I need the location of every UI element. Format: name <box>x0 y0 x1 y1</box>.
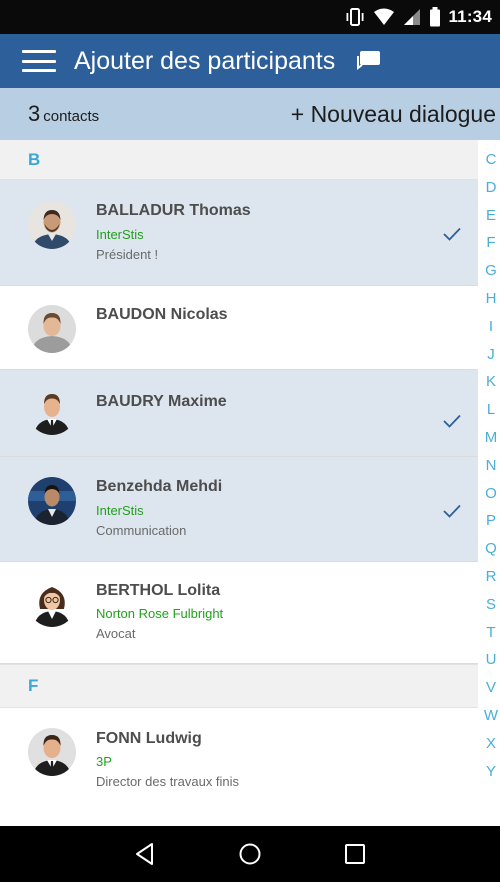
contact-row[interactable]: BALLADUR Thomas InterStis Président ! <box>0 180 478 286</box>
contact-name: FONN Ludwig <box>96 730 202 747</box>
wifi-icon <box>374 8 395 25</box>
chat-bubble-icon[interactable] <box>357 50 381 72</box>
index-letter[interactable]: O <box>485 484 497 512</box>
alphabet-index: C D E F G H I J K L M N O P Q R S T U V … <box>482 150 500 789</box>
section-header-f: F <box>0 664 478 708</box>
contact-count-label: contacts <box>43 108 100 125</box>
index-letter[interactable]: Y <box>486 762 496 790</box>
avatar <box>28 201 76 249</box>
contact-name: BALLADUR Thomas <box>96 202 251 219</box>
contact-row[interactable]: FONN Ludwig 3P Director des travaux fini… <box>0 708 478 818</box>
contact-name: BERTHOL Lolita <box>96 582 221 599</box>
recents-square-icon[interactable] <box>342 841 368 867</box>
index-letter[interactable]: C <box>486 150 497 178</box>
checkmark-icon <box>443 227 461 241</box>
contact-name: BAUDON Nicolas <box>96 306 228 323</box>
index-letter[interactable]: F <box>486 233 495 261</box>
index-letter[interactable]: J <box>487 345 495 373</box>
checkmark-icon <box>443 414 461 428</box>
status-time: 11:34 <box>448 7 492 26</box>
contact-row[interactable]: Benzehda Mehdi InterStis Communication <box>0 457 478 562</box>
battery-icon <box>430 7 441 27</box>
index-letter[interactable]: G <box>485 261 497 289</box>
avatar <box>28 579 76 627</box>
contact-role: Président ! <box>96 247 159 262</box>
hamburger-menu-icon[interactable] <box>22 50 56 72</box>
system-nav-bar <box>0 826 500 882</box>
index-letter[interactable]: E <box>486 206 496 234</box>
status-bar: 11:34 <box>0 0 500 34</box>
contact-count-number: 3 <box>28 101 41 126</box>
index-letter[interactable]: R <box>486 567 497 595</box>
vibrate-icon <box>346 8 364 26</box>
new-dialog-button[interactable]: + Nouveau dialogue <box>291 101 496 128</box>
index-letter[interactable]: V <box>486 678 496 706</box>
app-bar: Ajouter des participants <box>0 34 500 88</box>
index-letter[interactable]: M <box>485 428 498 456</box>
checkmark-icon <box>443 504 461 518</box>
index-letter[interactable]: Q <box>485 539 497 567</box>
avatar <box>28 387 76 435</box>
back-triangle-icon[interactable] <box>132 841 158 867</box>
index-letter[interactable]: X <box>486 734 496 762</box>
avatar <box>28 728 76 776</box>
index-letter[interactable]: D <box>486 178 497 206</box>
contact-company: InterStis <box>96 503 144 518</box>
index-letter[interactable]: P <box>486 511 496 539</box>
index-letter[interactable]: H <box>486 289 497 317</box>
contact-company: InterStis <box>96 227 144 242</box>
avatar <box>28 305 76 353</box>
status-icons: 11:34 <box>344 6 492 28</box>
index-letter[interactable]: W <box>484 706 498 734</box>
contact-role: Communication <box>96 523 187 538</box>
index-letter[interactable]: I <box>489 317 493 345</box>
index-letter[interactable]: L <box>487 400 495 428</box>
contact-company: Norton Rose Fulbright <box>96 606 224 621</box>
index-letter[interactable]: K <box>486 372 496 400</box>
contacts-toolbar: 3 contacts + Nouveau dialogue <box>0 88 500 140</box>
avatar <box>28 477 76 525</box>
page-title: Ajouter des participants <box>74 46 336 75</box>
home-circle-icon[interactable] <box>237 841 263 867</box>
index-letter[interactable]: T <box>486 623 495 651</box>
index-letter[interactable]: S <box>486 595 496 623</box>
contact-count: 3 contacts <box>28 101 99 127</box>
index-letter[interactable]: U <box>486 650 497 678</box>
contact-company: 3P <box>96 754 112 769</box>
contact-row[interactable]: BERTHOL Lolita Norton Rose Fulbright Avo… <box>0 562 478 664</box>
signal-icon <box>404 9 421 25</box>
contact-role: Avocat <box>96 626 136 641</box>
contact-role: Director des travaux finis <box>96 774 240 789</box>
contact-row[interactable]: BAUDON Nicolas <box>0 286 478 370</box>
contact-name: BAUDRY Maxime <box>96 393 227 410</box>
section-header-b: B <box>0 140 478 180</box>
contact-row[interactable]: BAUDRY Maxime <box>0 370 478 457</box>
contact-list: B BALLADUR Thomas InterStis Président ! <box>0 140 478 818</box>
index-letter[interactable]: N <box>486 456 497 484</box>
contact-name: Benzehda Mehdi <box>96 478 223 495</box>
